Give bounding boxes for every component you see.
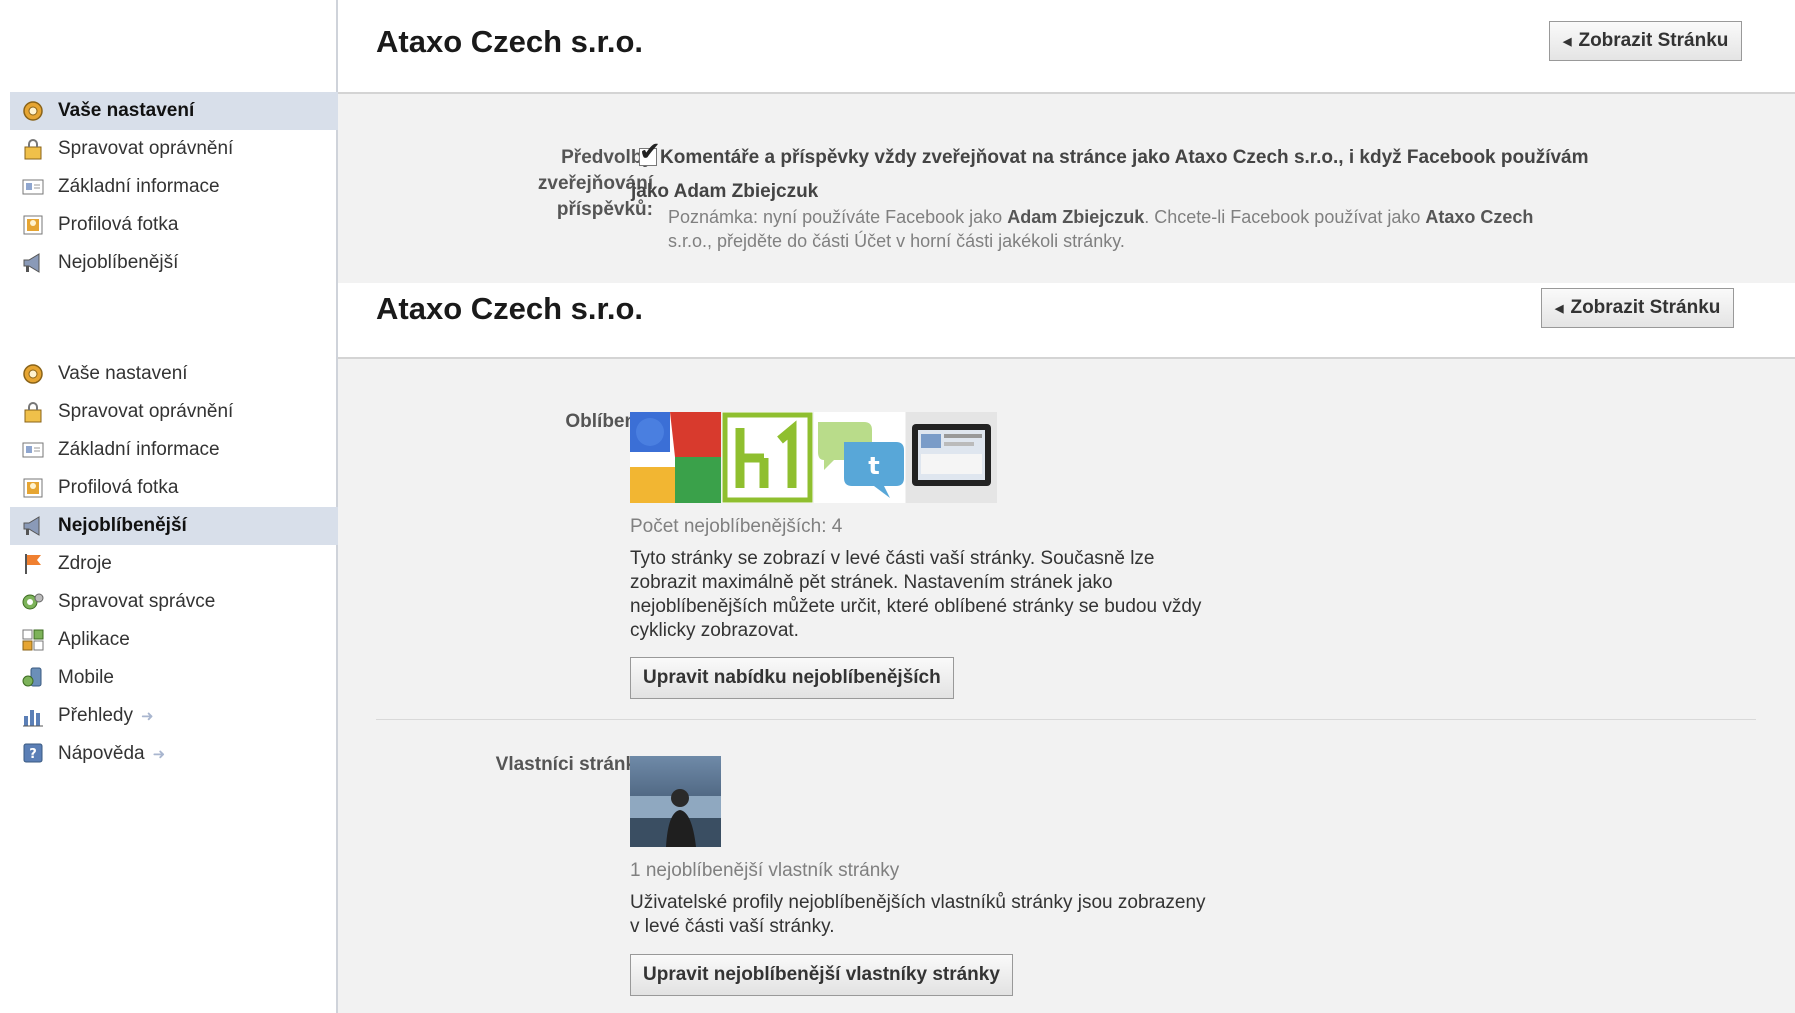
favorites-count: Počet nejoblíbenějších: 4: [630, 516, 843, 537]
flag-icon: [20, 551, 46, 577]
sidebar-item-spravovat-opravneni[interactable]: Spravovat oprávnění: [10, 130, 338, 168]
sidebar-nav-top: Vaše nastavení Spravovat oprávnění Zákla…: [10, 92, 338, 282]
section-divider: [376, 719, 1756, 720]
view-page-button[interactable]: ◀ Zobrazit Stránku: [1541, 288, 1735, 328]
sidebar-item-label: Vaše nastavení: [58, 363, 188, 384]
lock-icon: [20, 136, 46, 162]
sidebar-item-label: Nápověda: [58, 743, 145, 764]
sidebar-item-zakladni-informace[interactable]: Základní informace: [10, 431, 338, 469]
favorites-description: Tyto stránky se zobrazí v levé části vaš…: [630, 548, 1202, 641]
insights-chart-icon: [20, 703, 46, 729]
sidebar-item-aplikace[interactable]: Aplikace: [10, 621, 338, 659]
twitter-chat-icon[interactable]: t: [814, 412, 905, 503]
sidebar-item-label: Spravovat oprávnění: [58, 138, 234, 159]
external-arrow-icon: ➜: [152, 746, 166, 763]
sidebar-item-vase-nastaveni[interactable]: Vaše nastavení: [10, 355, 338, 393]
apps-icon: [20, 627, 46, 653]
edit-page-owners-button[interactable]: Upravit nejoblíbenější vlastníky stránky: [630, 954, 1013, 996]
id-card-icon: [20, 437, 46, 463]
owner-avatar[interactable]: [630, 756, 721, 847]
posting-checkbox-text: Komentáře a příspěvky vždy zveřejňovat n…: [660, 147, 1589, 168]
sidebar-item-spravovat-opravneni[interactable]: Spravovat oprávnění: [10, 393, 338, 431]
page-title: Ataxo Czech s.r.o.: [376, 291, 644, 326]
owners-count: 1 nejoblíbenější vlastník stránky: [630, 860, 900, 881]
sidebar-item-label: Profilová fotka: [58, 477, 179, 498]
edit-favorites-button[interactable]: Upravit nabídku nejoblíbenějších: [630, 657, 954, 699]
sidebar-item-label: Spravovat správce: [58, 591, 216, 612]
sidebar-item-label: Mobile: [58, 667, 114, 688]
owners-description: Uživatelské profily nejoblíbenějších vla…: [630, 892, 1206, 937]
sidebar-item-label: Přehledy: [58, 705, 133, 726]
tablet-screen-icon[interactable]: [906, 412, 997, 503]
lock-icon: [20, 399, 46, 425]
sidebar-item-napoveda[interactable]: ? Nápověda ➜: [10, 735, 338, 773]
sidebar-item-profilova-fotka[interactable]: Profilová fotka: [10, 469, 338, 507]
sidebar-item-mobile[interactable]: Mobile: [10, 659, 338, 697]
view-page-label: Zobrazit Stránku: [1570, 297, 1721, 318]
view-page-label: Zobrazit Stránku: [1578, 30, 1729, 51]
sidebar-item-label: Spravovat oprávnění: [58, 401, 234, 422]
page-header-top: Ataxo Czech s.r.o. ◀ Zobrazit Stránku: [338, 0, 1795, 94]
sidebar-item-profilova-fotka[interactable]: Profilová fotka: [10, 206, 338, 244]
admin-gear-icon: [20, 589, 46, 615]
profile-photo-icon: [20, 212, 46, 238]
sidebar-item-nejoblibenejsi[interactable]: Nejoblíbenější: [10, 244, 338, 282]
sidebar-nav-bottom: Vaše nastavení Spravovat oprávnění Zákla…: [10, 355, 338, 773]
sidebar-item-label: Základní informace: [58, 439, 220, 460]
sidebar-item-prehledy[interactable]: Přehledy ➜: [10, 697, 338, 735]
sidebar-item-label: Nejoblíbenější: [58, 515, 187, 536]
external-arrow-icon: ➜: [141, 708, 154, 725]
sidebar-item-label: Profilová fotka: [58, 214, 179, 235]
settings-gear-icon: [20, 361, 46, 387]
posting-preferences-label: Předvolby zveřejňování příspěvků:: [537, 147, 653, 220]
posting-note: Poznámka: nyní používáte Facebook jako A…: [668, 207, 1534, 251]
page-title: Ataxo Czech s.r.o.: [376, 24, 644, 59]
sidebar-item-zakladni-informace[interactable]: Základní informace: [10, 168, 338, 206]
posting-checkbox-text-cont: jako Adam Zbiejczuk: [631, 181, 819, 202]
h1-logo-icon[interactable]: [722, 412, 813, 503]
sidebar-item-label: Aplikace: [58, 629, 130, 650]
megaphone-icon: [20, 513, 46, 539]
profile-photo-icon: [20, 475, 46, 501]
caret-left-icon: ◀: [1563, 35, 1572, 48]
svg-text:?: ?: [29, 747, 37, 762]
checkmark-icon: ✔: [639, 136, 661, 166]
mobile-icon: [20, 665, 46, 691]
sidebar-item-zdroje[interactable]: Zdroje: [10, 545, 338, 583]
settings-gear-icon: [20, 98, 46, 124]
help-icon: ?: [20, 741, 46, 767]
sidebar-item-label: Vaše nastavení: [58, 100, 195, 121]
page-header-second: Ataxo Czech s.r.o. ◀ Zobrazit Stránku: [338, 283, 1795, 359]
page-owners-label: Vlastníci stránky:: [495, 754, 653, 775]
sidebar: Vaše nastavení Spravovat oprávnění Zákla…: [0, 0, 338, 1013]
favorites-label: Oblíbené:: [565, 411, 653, 432]
sidebar-item-vase-nastaveni[interactable]: Vaše nastavení: [10, 92, 338, 130]
google-logo-icon[interactable]: [630, 412, 721, 503]
sidebar-item-spravovat-spravce[interactable]: Spravovat správce: [10, 583, 338, 621]
posting-preferences-checkbox[interactable]: ✔: [639, 136, 661, 166]
svg-text:t: t: [868, 452, 879, 480]
sidebar-item-label: Zdroje: [58, 553, 112, 574]
id-card-icon: [20, 174, 46, 200]
main-content: Ataxo Czech s.r.o. ◀ Zobrazit Stránku Př…: [338, 0, 1795, 1013]
sidebar-item-nejoblibenejsi[interactable]: Nejoblíbenější: [10, 507, 338, 545]
sidebar-item-label: Základní informace: [58, 176, 220, 197]
megaphone-icon: [20, 250, 46, 276]
sidebar-item-label: Nejoblíbenější: [58, 252, 179, 273]
caret-left-icon: ◀: [1555, 302, 1564, 315]
view-page-button[interactable]: ◀ Zobrazit Stránku: [1549, 21, 1743, 61]
